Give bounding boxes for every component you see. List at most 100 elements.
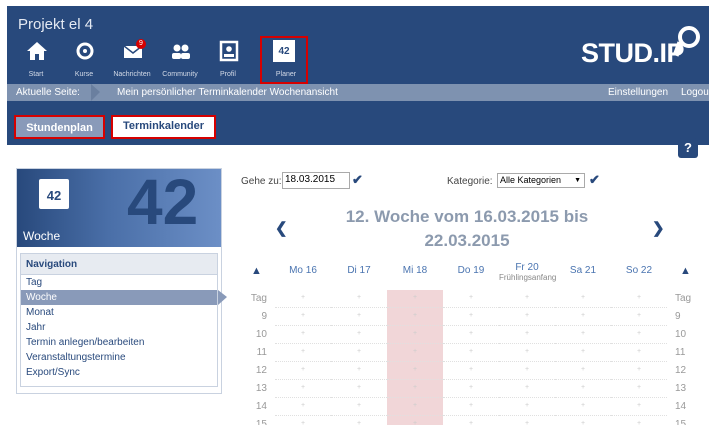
add-event-icon: + <box>637 402 642 409</box>
day-header[interactable]: Fr 20 Frühlingsanfang <box>499 262 556 282</box>
calendar-cell[interactable]: + <box>275 362 331 380</box>
calendar-cell[interactable]: + <box>555 326 611 344</box>
calendar-cell[interactable]: + <box>387 380 443 398</box>
sidebar-item-woche[interactable]: Woche <box>21 290 227 305</box>
calendar-cell[interactable]: + <box>555 380 611 398</box>
calendar-cell[interactable]: + <box>499 326 555 344</box>
calendar-cell[interactable]: + <box>499 290 555 308</box>
settings-link[interactable]: Einstellungen <box>608 84 668 101</box>
calendar-cell[interactable]: + <box>499 398 555 416</box>
tab-stundenplan[interactable]: Stundenplan <box>14 115 105 139</box>
calendar-cell[interactable]: + <box>555 398 611 416</box>
calendar-cell[interactable]: + <box>331 380 387 398</box>
goto-date-input[interactable]: 18.03.2015 <box>282 172 350 189</box>
calendar-cell[interactable]: + <box>387 326 443 344</box>
calendar-cell[interactable]: + <box>499 344 555 362</box>
calendar-cell[interactable]: + <box>611 416 667 425</box>
day-header-label: Fr 20 <box>515 262 539 273</box>
add-event-icon: + <box>581 294 586 301</box>
calendar-cell[interactable]: + <box>443 290 499 308</box>
nav-planer[interactable]: 42 Planer <box>260 36 308 84</box>
calendar-cell[interactable]: + <box>275 290 331 308</box>
studip-logo[interactable]: STUD.IP <box>581 38 685 69</box>
day-header[interactable]: Do 19 <box>443 265 499 276</box>
nav-start[interactable]: Start <box>12 36 60 84</box>
sidebar-item-monat[interactable]: Monat <box>21 305 217 320</box>
calendar-cell[interactable]: + <box>275 398 331 416</box>
calendar-cell[interactable]: + <box>387 398 443 416</box>
logout-link[interactable]: Logou <box>681 84 709 101</box>
previous-week-chevron-icon[interactable]: ❮ <box>275 219 288 237</box>
calendar-cell[interactable]: + <box>611 398 667 416</box>
nav-kurse[interactable]: Kurse <box>60 36 108 84</box>
calendar-cell[interactable]: + <box>331 416 387 425</box>
calendar-cell[interactable]: + <box>387 290 443 308</box>
calendar-cell[interactable]: + <box>611 344 667 362</box>
calendar-cell[interactable]: + <box>611 380 667 398</box>
next-week-chevron-icon[interactable]: ❯ <box>652 219 665 237</box>
sidebar-item-tag[interactable]: Tag <box>21 275 217 290</box>
calendar-cell[interactable]: + <box>443 308 499 326</box>
calendar-cell[interactable]: + <box>275 380 331 398</box>
calendar-cell[interactable]: + <box>499 416 555 425</box>
sidebar-item-export-sync[interactable]: Export/Sync <box>21 365 217 380</box>
calendar-cell[interactable]: + <box>443 416 499 425</box>
add-event-icon: + <box>301 330 306 337</box>
calendar-cell[interactable]: + <box>387 344 443 362</box>
calendar-cell[interactable]: + <box>499 380 555 398</box>
calendar-cell[interactable]: + <box>275 308 331 326</box>
calendar-cell[interactable]: + <box>443 326 499 344</box>
add-event-icon: + <box>413 402 418 409</box>
calendar-row: 9 + + + + + + +9 <box>239 308 709 326</box>
calendar-cell[interactable]: + <box>555 290 611 308</box>
calendar-cell[interactable]: + <box>387 308 443 326</box>
sidebar-item-jahr[interactable]: Jahr <box>21 320 217 335</box>
calendar-cell[interactable]: + <box>331 326 387 344</box>
add-event-icon: + <box>301 312 306 319</box>
calendar-cell[interactable]: + <box>443 362 499 380</box>
add-event-icon: + <box>525 420 530 425</box>
day-header[interactable]: So 22 <box>611 265 667 276</box>
nav-profil[interactable]: Profil <box>204 36 252 84</box>
calendar-cell[interactable]: + <box>331 398 387 416</box>
calendar-cell[interactable]: + <box>555 344 611 362</box>
calendar-cell[interactable]: + <box>275 326 331 344</box>
calendar-cell[interactable]: + <box>331 290 387 308</box>
calendar-cell[interactable]: + <box>555 362 611 380</box>
calendar-cell[interactable]: + <box>331 308 387 326</box>
calendar-cell[interactable]: + <box>443 344 499 362</box>
scroll-up-left-icon[interactable]: ▲ <box>251 265 262 277</box>
calendar-cell[interactable]: + <box>387 362 443 380</box>
calendar-cell[interactable]: + <box>443 398 499 416</box>
day-header[interactable]: Di 17 <box>331 265 387 276</box>
calendar-cell[interactable]: + <box>611 326 667 344</box>
add-event-icon: + <box>469 330 474 337</box>
calendar-cell[interactable]: + <box>275 344 331 362</box>
calendar-cell[interactable]: + <box>331 362 387 380</box>
calendar-cell[interactable]: + <box>443 380 499 398</box>
calendar-cell[interactable]: + <box>555 416 611 425</box>
calendar-cell[interactable]: + <box>611 362 667 380</box>
calendar-cell[interactable]: + <box>611 308 667 326</box>
nav-community[interactable]: Community <box>156 36 204 84</box>
goto-label: Gehe zu: <box>241 176 282 187</box>
calendar-cell[interactable]: + <box>499 308 555 326</box>
day-header[interactable]: Mi 18 <box>387 265 443 276</box>
nav-nachrichten[interactable]: 9 Nachrichten <box>108 36 156 84</box>
scroll-up-right-icon[interactable]: ▲ <box>680 265 691 277</box>
sidebar-item-veranstaltungstermine[interactable]: Veranstaltungstermine <box>21 350 217 365</box>
calendar-cell[interactable]: + <box>499 362 555 380</box>
goto-confirm-check-icon[interactable]: ✔ <box>352 172 363 188</box>
day-header[interactable]: Sa 21 <box>555 265 611 276</box>
calendar-cell[interactable]: + <box>275 416 331 425</box>
tab-terminkalender[interactable]: Terminkalender <box>111 115 216 139</box>
calendar-cell[interactable]: + <box>387 416 443 425</box>
sidebar-item-termin-anlegen[interactable]: Termin anlegen/bearbeiten <box>21 335 217 350</box>
category-confirm-check-icon[interactable]: ✔ <box>589 172 600 188</box>
help-icon[interactable]: ? <box>678 138 698 158</box>
day-header[interactable]: Mo 16 <box>275 265 331 276</box>
calendar-cell[interactable]: + <box>555 308 611 326</box>
calendar-cell[interactable]: + <box>611 290 667 308</box>
calendar-cell[interactable]: + <box>331 344 387 362</box>
category-select[interactable]: Alle Kategorien ▼ <box>497 173 585 188</box>
